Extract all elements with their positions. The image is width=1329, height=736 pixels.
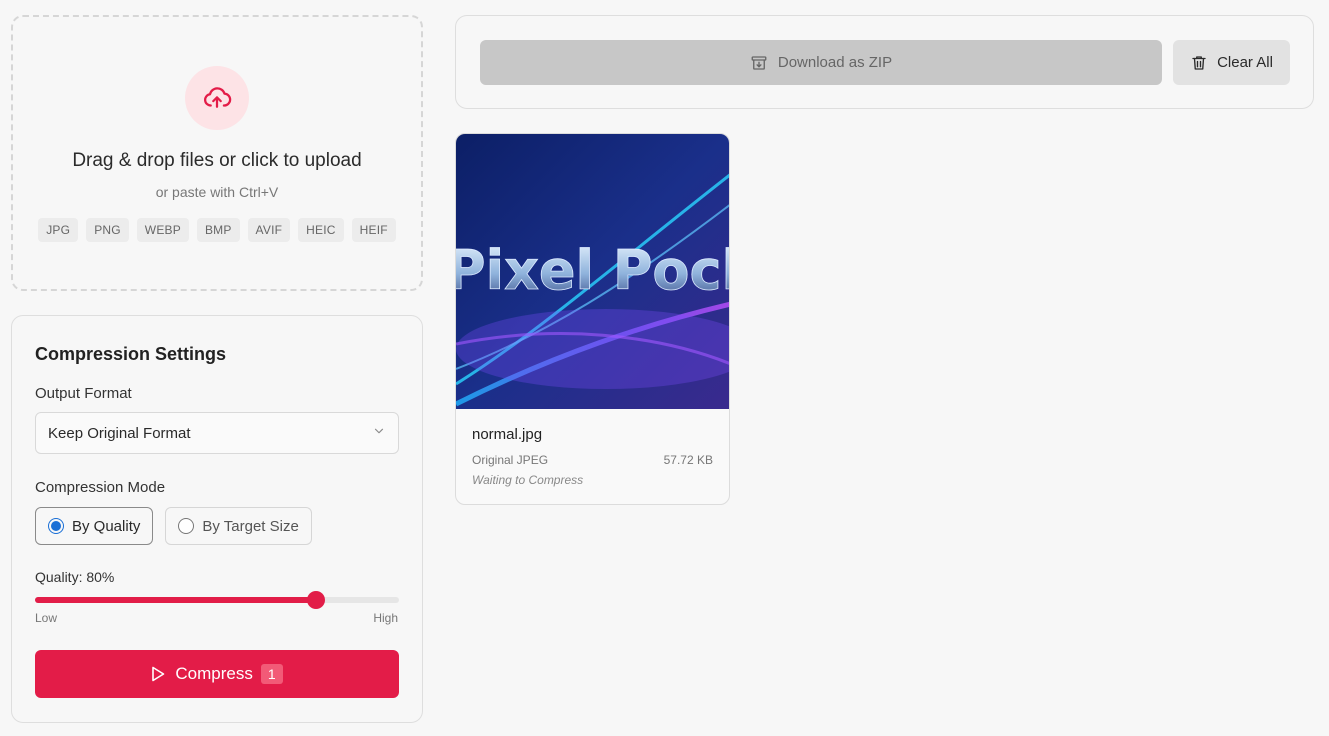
- settings-title: Compression Settings: [35, 344, 227, 364]
- format-chips: JPG PNG WEBP BMP AVIF HEIC HEIF: [38, 218, 396, 242]
- mode-by-target-size-radio[interactable]: By Target Size: [165, 507, 312, 545]
- trash-icon: [1190, 54, 1208, 72]
- upload-subtitle: or paste with Ctrl+V: [155, 184, 279, 200]
- quality-slider-fill: [35, 597, 317, 603]
- compress-count-badge: 1: [260, 664, 283, 684]
- file-status: Waiting to Compress: [472, 473, 584, 487]
- download-zip-button[interactable]: Download as ZIP: [480, 40, 1162, 85]
- clear-all-label: Clear All: [1217, 54, 1273, 71]
- compress-label: Compress: [175, 664, 253, 683]
- format-chip: PNG: [86, 218, 129, 242]
- radio-unselected-icon: [178, 518, 195, 534]
- mode-by-quality-radio[interactable]: By Quality: [35, 507, 154, 545]
- format-chip: BMP: [196, 218, 240, 242]
- quality-slider[interactable]: [35, 591, 399, 609]
- download-zip-label: Download as ZIP: [777, 54, 893, 71]
- clear-all-button[interactable]: Clear All: [1173, 40, 1290, 85]
- output-format-select[interactable]: Keep Original Format: [35, 412, 399, 454]
- upload-cloud-icon: [185, 66, 249, 130]
- radio-selected-icon: [48, 518, 64, 534]
- compress-button[interactable]: Compress 1: [35, 650, 399, 698]
- format-chip: HEIC: [298, 218, 344, 242]
- file-size: 57.72 KB: [663, 453, 713, 467]
- output-format-label: Output Format: [35, 385, 132, 402]
- file-original-format: Original JPEG: [472, 453, 549, 467]
- slider-high-label: High: [373, 611, 398, 625]
- file-name: normal.jpg: [472, 426, 543, 443]
- output-format-value: Keep Original Format: [48, 424, 191, 442]
- compression-settings-panel: Compression Settings Output Format Keep …: [11, 315, 423, 723]
- mode-label: By Quality: [72, 517, 141, 535]
- format-chip: JPG: [38, 218, 79, 242]
- format-chip: HEIF: [351, 218, 396, 242]
- app-root: Drag & drop files or click to upload or …: [0, 0, 1329, 736]
- play-icon: [151, 666, 165, 682]
- compression-mode-group: By Quality By Target Size: [35, 507, 312, 545]
- quality-label: Quality: 80%: [35, 569, 115, 585]
- quality-slider-thumb[interactable]: [307, 591, 326, 609]
- compression-mode-label: Compression Mode: [35, 479, 166, 496]
- format-chip: AVIF: [247, 218, 291, 242]
- format-chip: WEBP: [136, 218, 189, 242]
- image-thumbnail: Pixel Pocket: [456, 134, 730, 409]
- chevron-down-icon: [372, 424, 386, 442]
- archive-icon: [750, 54, 768, 72]
- upload-dropzone[interactable]: Drag & drop files or click to upload or …: [11, 15, 423, 291]
- slider-low-label: Low: [35, 611, 58, 625]
- thumbnail-text: Pixel Pocket: [456, 239, 730, 302]
- upload-title: Drag & drop files or click to upload: [72, 150, 362, 171]
- image-card[interactable]: Pixel Pocket normal.jpg Original JPEG 57…: [455, 133, 730, 505]
- mode-label: By Target Size: [202, 517, 299, 535]
- actions-toolbar: Download as ZIP Clear All: [455, 15, 1314, 109]
